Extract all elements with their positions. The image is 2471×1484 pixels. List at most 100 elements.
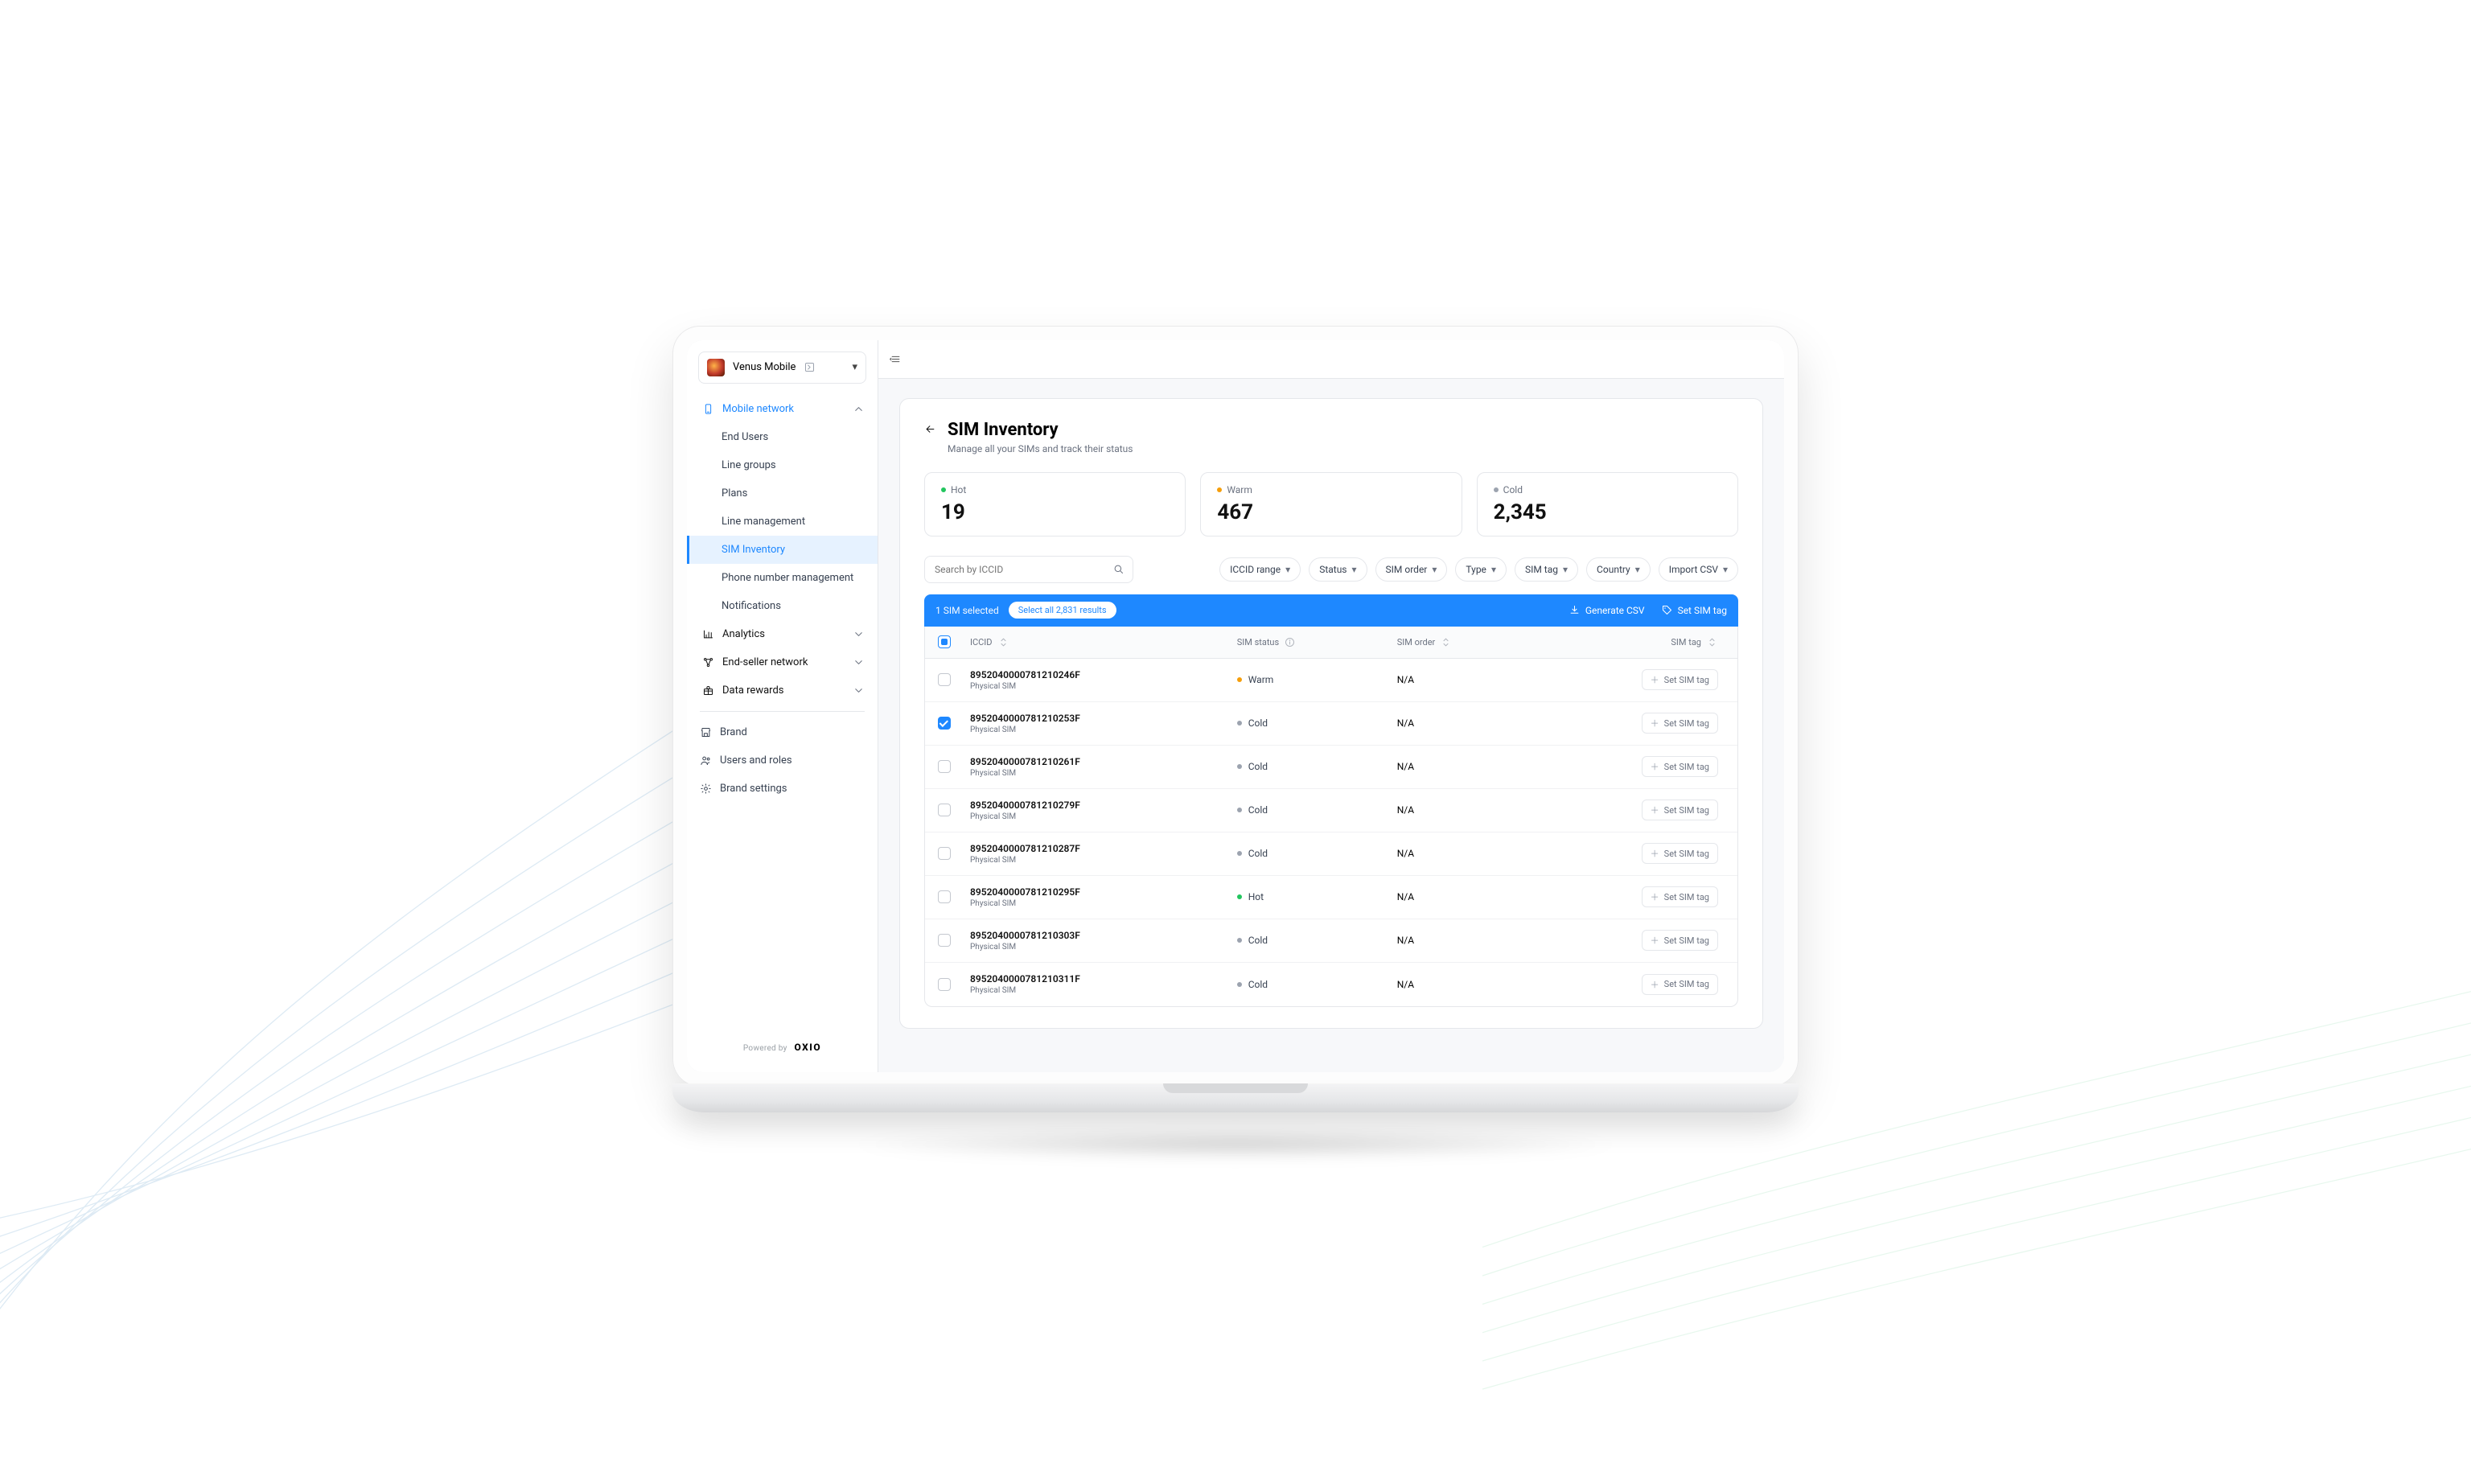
filter-status[interactable]: Status▾ [1309, 557, 1367, 582]
info-icon[interactable] [1284, 636, 1296, 648]
network-icon [702, 656, 714, 668]
nav-section-end-seller[interactable]: End-seller network [687, 648, 878, 676]
search-icon [1112, 563, 1124, 575]
sidebar-item-end-users[interactable]: End Users [687, 423, 878, 451]
search-input[interactable] [933, 563, 1112, 576]
set-sim-tag-button[interactable]: ＋Set SIM tag [1642, 974, 1718, 995]
plus-icon: ＋ [1651, 978, 1659, 991]
sidebar-item-notifications[interactable]: Notifications [687, 592, 878, 620]
iccid-value: 8952040000781210303F [970, 930, 1224, 941]
set-sim-tag-button[interactable]: ＋Set SIM tag [1642, 930, 1718, 951]
row-checkbox[interactable] [938, 978, 951, 991]
bulk-action-generate-csv[interactable]: Generate CSV [1569, 604, 1645, 616]
filter-sim-order[interactable]: SIM order▾ [1375, 557, 1448, 582]
row-checkbox[interactable] [938, 890, 951, 903]
row-checkbox[interactable] [938, 717, 951, 730]
filter-sim-tag[interactable]: SIM tag▾ [1515, 557, 1578, 582]
plus-icon: ＋ [1651, 890, 1659, 903]
chevron-down-icon: ▾ [1432, 564, 1437, 575]
iccid-value: 8952040000781210246F [970, 669, 1224, 680]
table-header: ICCID SIM status SIM order SIM tag [925, 627, 1737, 659]
collapse-sidebar-button[interactable] [890, 353, 902, 365]
row-checkbox[interactable] [938, 760, 951, 773]
chevron-down-icon: ▾ [1723, 564, 1728, 575]
row-checkbox[interactable] [938, 847, 951, 860]
nav-section-data-rewards[interactable]: Data rewards [687, 676, 878, 705]
iccid-value: 8952040000781210253F [970, 713, 1224, 724]
status-dot-icon [1237, 721, 1242, 726]
back-button[interactable] [924, 423, 936, 435]
status-dot-icon [1217, 487, 1222, 492]
status-dot-icon [1237, 982, 1242, 987]
brand-avatar [707, 359, 725, 376]
table-row: 8952040000781210311FPhysical SIMColdN/A＋… [925, 963, 1737, 1006]
nav-section-mobile-network[interactable]: Mobile network [687, 395, 878, 423]
row-checkbox[interactable] [938, 804, 951, 816]
status-dot-icon [1237, 808, 1242, 812]
sidebar-item-phone-number-management[interactable]: Phone number management [687, 564, 878, 592]
status-text: Cold [1248, 935, 1268, 946]
iccid-value: 8952040000781210287F [970, 843, 1224, 854]
row-checkbox[interactable] [938, 934, 951, 947]
nav-section-label: Analytics [722, 628, 765, 640]
plus-icon: ＋ [1651, 673, 1659, 686]
stat-cold: Cold2,345 [1477, 472, 1738, 536]
set-sim-tag-button[interactable]: ＋Set SIM tag [1642, 669, 1718, 690]
col-iccid[interactable]: ICCID [970, 637, 993, 647]
sim-type: Physical SIM [970, 682, 1224, 691]
plus-icon: ＋ [1651, 804, 1659, 816]
sim-type: Physical SIM [970, 856, 1224, 865]
status-text: Cold [1248, 761, 1268, 772]
brand-switcher[interactable]: Venus Mobile ▾ [698, 351, 866, 384]
sidebar-item-line-groups[interactable]: Line groups [687, 451, 878, 479]
stat-value: 19 [941, 500, 1169, 524]
set-sim-tag-button[interactable]: ＋Set SIM tag [1642, 800, 1718, 820]
app-root: Venus Mobile ▾ Mobile network End UsersL… [687, 340, 1784, 1072]
chevron-down-icon [853, 628, 865, 640]
sim-order: N/A [1391, 796, 1551, 824]
status-text: Cold [1248, 979, 1268, 990]
iccid-value: 8952040000781210311F [970, 973, 1224, 985]
filter-iccid-range[interactable]: ICCID range▾ [1219, 557, 1301, 582]
chevron-down-icon: ▾ [1285, 564, 1290, 575]
footer-item-brand-settings[interactable]: Brand settings [687, 775, 878, 803]
col-order[interactable]: SIM order [1397, 637, 1436, 647]
filter-country[interactable]: Country▾ [1586, 557, 1651, 582]
nav-section-label: Mobile network [722, 403, 794, 415]
select-all-checkbox[interactable] [938, 635, 951, 648]
set-sim-tag-button[interactable]: ＋Set SIM tag [1642, 843, 1718, 864]
divider [700, 711, 865, 712]
select-all-button[interactable]: Select all 2,831 results [1009, 602, 1116, 619]
col-status: SIM status [1237, 637, 1279, 647]
stat-warm: Warm467 [1200, 472, 1462, 536]
col-tag[interactable]: SIM tag [1671, 637, 1701, 647]
bulk-action-set-sim-tag[interactable]: Set SIM tag [1661, 604, 1727, 616]
table-row: 8952040000781210287FPhysical SIMColdN/A＋… [925, 832, 1737, 876]
status-dot-icon [1237, 677, 1242, 682]
set-sim-tag-button[interactable]: ＋Set SIM tag [1642, 713, 1718, 734]
nav-section-analytics[interactable]: Analytics [687, 620, 878, 648]
laptop-shadow [841, 1130, 1630, 1159]
status-text: Cold [1248, 717, 1268, 729]
plus-icon: ＋ [1651, 760, 1659, 773]
set-sim-tag-button[interactable]: ＋Set SIM tag [1642, 886, 1718, 907]
laptop-frame: Venus Mobile ▾ Mobile network End UsersL… [672, 326, 1799, 1159]
sidebar-item-line-management[interactable]: Line management [687, 508, 878, 536]
footer-item-brand[interactable]: Brand [687, 718, 878, 746]
footer-item-users-and-roles[interactable]: Users and roles [687, 746, 878, 775]
table-row: 8952040000781210279FPhysical SIMColdN/A＋… [925, 789, 1737, 832]
sort-icon [1706, 636, 1718, 648]
sidebar-item-plans[interactable]: Plans [687, 479, 878, 508]
sim-type: Physical SIM [970, 899, 1224, 908]
status-dot-icon [1494, 487, 1499, 492]
primary-nav: Mobile network End UsersLine groupsPlans… [687, 392, 878, 811]
nav-section-label: End-seller network [722, 656, 808, 668]
search-field[interactable] [924, 556, 1133, 583]
phone-icon [702, 403, 714, 415]
row-checkbox[interactable] [938, 673, 951, 686]
sidebar-item-sim-inventory[interactable]: SIM Inventory [687, 536, 878, 564]
filter-import-csv[interactable]: Import CSV▾ [1659, 557, 1738, 582]
set-sim-tag-button[interactable]: ＋Set SIM tag [1642, 756, 1718, 777]
filter-type[interactable]: Type▾ [1455, 557, 1507, 582]
sim-order: N/A [1391, 709, 1551, 737]
